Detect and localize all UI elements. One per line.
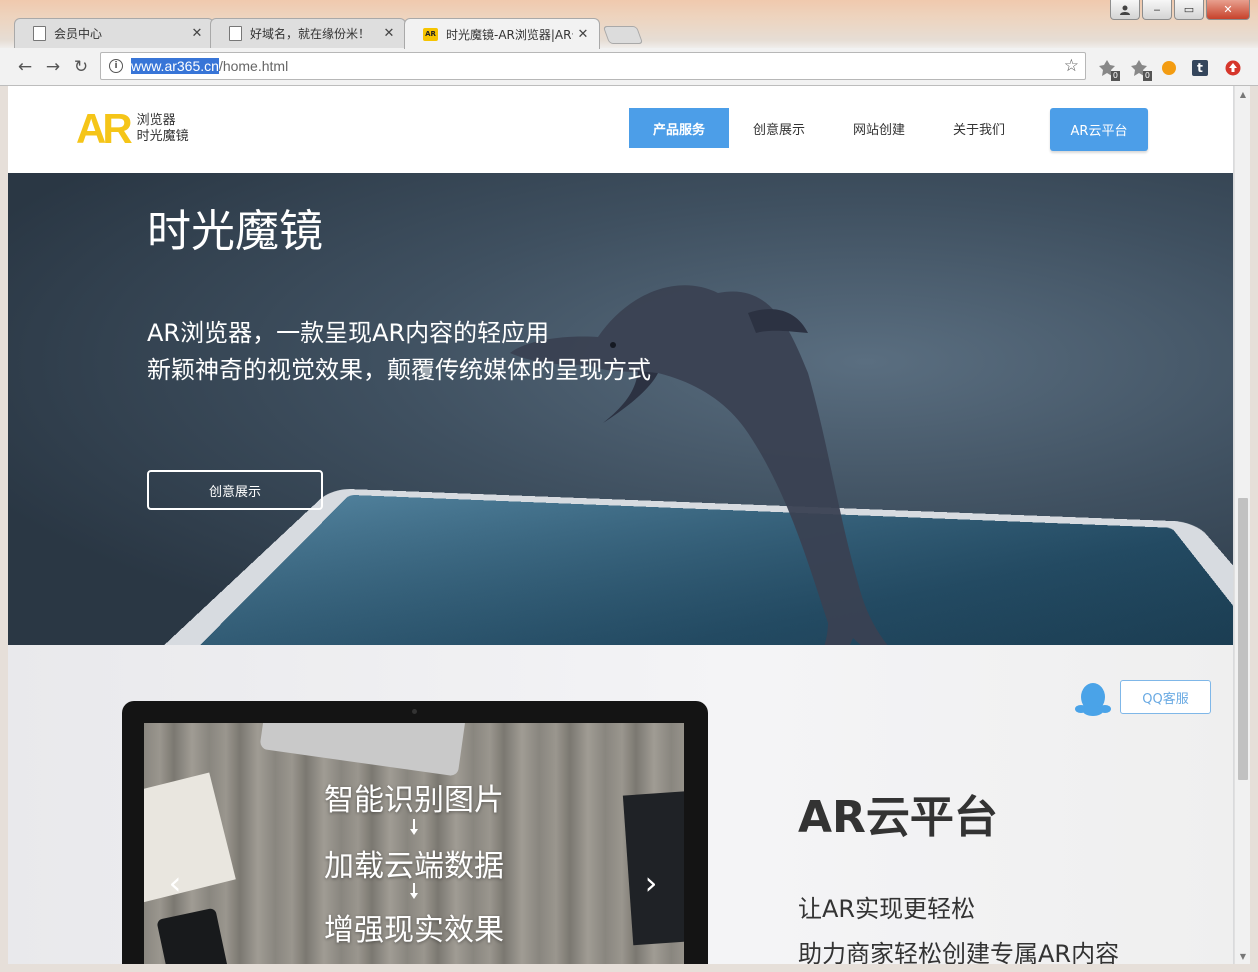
page-scrollbar[interactable]: ▲ ▼ bbox=[1234, 86, 1250, 964]
tab-domain[interactable]: 好域名，就在缘份米！ ✕ bbox=[210, 18, 406, 48]
reload-icon[interactable]: ↻ bbox=[70, 56, 92, 78]
bookmark-star-icon[interactable]: ☆ bbox=[1064, 56, 1079, 76]
extension-upload-icon[interactable] bbox=[1222, 57, 1244, 79]
close-window-button[interactable]: ✕ bbox=[1206, 0, 1250, 20]
hero-subtitle: AR浏览器，一款呈现AR内容的轻应用 bbox=[147, 319, 550, 347]
url-host: www.ar365.cn bbox=[131, 58, 219, 74]
window-controls: ‒ ▭ ✕ bbox=[1108, 0, 1250, 20]
close-tab-icon[interactable]: ✕ bbox=[379, 26, 399, 41]
browser-toolbar: ← → ↻ i www.ar365.cn/home.html ☆ 0 0 t bbox=[0, 48, 1258, 86]
nav-item-products[interactable]: 产品服务 bbox=[629, 108, 729, 148]
page-icon bbox=[229, 26, 242, 41]
site-header: AR 浏览器 时光魔镜 产品服务 创意展示 网站创建 关于我们 AR云平台 bbox=[8, 86, 1233, 173]
url-path: /home.html bbox=[218, 58, 289, 74]
arrow-down-icon bbox=[410, 819, 418, 837]
extension-ninja-icon[interactable]: 0 bbox=[1128, 57, 1152, 81]
carousel-next-icon[interactable]: › bbox=[636, 863, 666, 903]
tab-ar365[interactable]: AR 时光魔镜-AR浏览器|AR云平台 ✕ bbox=[404, 18, 600, 49]
laptop-mockup: 智能识别图片 加载云端数据 增强现实效果 ‹ › bbox=[122, 701, 708, 964]
qq-penguin-icon[interactable] bbox=[1074, 681, 1112, 717]
forward-arrow-icon[interactable]: → bbox=[42, 56, 64, 78]
browser-chrome: ‒ ▭ ✕ 会员中心 ✕ 好域名，就在缘份米！ ✕ AR 时光魔镜-AR浏览器|… bbox=[0, 0, 1258, 86]
user-profile-button[interactable] bbox=[1110, 0, 1140, 20]
nav-item-showcase[interactable]: 创意展示 bbox=[729, 108, 829, 148]
logo-line: 浏览器 bbox=[136, 113, 176, 128]
main-nav: 产品服务 创意展示 网站创建 关于我们 bbox=[629, 108, 1029, 148]
dolphin-image bbox=[510, 285, 888, 645]
logo-words: 浏览器 时光魔镜 bbox=[137, 113, 189, 145]
site-info-icon[interactable]: i bbox=[109, 59, 123, 73]
carousel-step: 增强现实效果 bbox=[324, 913, 504, 948]
logo-mark: AR bbox=[76, 105, 133, 152]
camera-dot bbox=[412, 709, 417, 714]
extension-badge: 0 bbox=[1142, 71, 1152, 81]
scrollbar-thumb[interactable] bbox=[1238, 498, 1248, 780]
qq-service-button[interactable]: QQ客服 bbox=[1120, 680, 1211, 714]
nav-item-about[interactable]: 关于我们 bbox=[929, 108, 1029, 148]
arrow-down-icon bbox=[410, 883, 418, 901]
section-line: 助力商家轻松创建专属AR内容 bbox=[798, 940, 1120, 964]
user-icon bbox=[1120, 5, 1130, 15]
page-viewport: AR 浏览器 时光魔镜 产品服务 创意展示 网站创建 关于我们 AR云平台 时光… bbox=[8, 86, 1233, 964]
logo-line: 时光魔镜 bbox=[136, 129, 189, 144]
extension-ninja-icon[interactable]: 0 bbox=[1096, 57, 1120, 81]
ar-cloud-section: 智能识别图片 加载云端数据 增强现实效果 ‹ › QQ客服 AR云平台 让AR实… bbox=[8, 645, 1233, 964]
hero-subtitle: 新颖神奇的视觉效果，颠覆传统媒体的呈现方式 bbox=[147, 356, 651, 384]
close-tab-icon[interactable]: ✕ bbox=[187, 26, 207, 41]
carousel-step: 智能识别图片 bbox=[324, 783, 504, 818]
tab-title: 好域名，就在缘份米！ bbox=[250, 27, 371, 41]
extension-swirl-icon[interactable] bbox=[1158, 57, 1180, 79]
tab-member-center[interactable]: 会员中心 ✕ bbox=[14, 18, 214, 48]
extension-tumblr-icon[interactable]: t bbox=[1189, 57, 1211, 79]
hero-banner: 时光魔镜 AR浏览器，一款呈现AR内容的轻应用 新颖神奇的视觉效果，颠覆传统媒体… bbox=[8, 173, 1233, 645]
ar-cloud-button[interactable]: AR云平台 bbox=[1050, 108, 1148, 151]
scroll-down-icon[interactable]: ▼ bbox=[1235, 948, 1251, 964]
carousel-prev-icon[interactable]: ‹ bbox=[160, 863, 190, 903]
close-tab-icon[interactable]: ✕ bbox=[573, 27, 593, 42]
page-icon bbox=[33, 26, 46, 41]
address-bar[interactable]: i www.ar365.cn/home.html ☆ bbox=[100, 52, 1086, 80]
extension-badge: 0 bbox=[1110, 71, 1120, 81]
tab-title: 时光魔镜-AR浏览器|AR云平台 bbox=[446, 27, 573, 42]
back-arrow-icon[interactable]: ← bbox=[14, 56, 36, 78]
window-frame bbox=[0, 964, 1258, 972]
background-laptop-image bbox=[259, 723, 469, 777]
minimize-button[interactable]: ‒ bbox=[1142, 0, 1172, 20]
scroll-up-icon[interactable]: ▲ bbox=[1235, 86, 1251, 102]
hero-showcase-button[interactable]: 创意展示 bbox=[147, 470, 323, 510]
new-tab-button[interactable] bbox=[602, 26, 644, 44]
maximize-button[interactable]: ▭ bbox=[1174, 0, 1204, 20]
nav-item-create-site[interactable]: 网站创建 bbox=[829, 108, 929, 148]
section-line: 让AR实现更轻松 bbox=[798, 895, 976, 923]
tab-title: 会员中心 bbox=[54, 27, 103, 41]
carousel-step: 加载云端数据 bbox=[324, 849, 504, 884]
section-title: AR云平台 bbox=[798, 792, 998, 843]
ar-favicon-icon: AR bbox=[423, 27, 438, 41]
window-frame bbox=[1250, 86, 1258, 964]
hero-title: 时光魔镜 bbox=[147, 206, 323, 257]
carousel: 智能识别图片 加载云端数据 增强现实效果 ‹ › bbox=[144, 723, 684, 964]
window-frame bbox=[0, 86, 8, 964]
url-text[interactable]: www.ar365.cn/home.html bbox=[131, 58, 288, 74]
site-logo[interactable]: AR 浏览器 时光魔镜 bbox=[76, 108, 189, 150]
